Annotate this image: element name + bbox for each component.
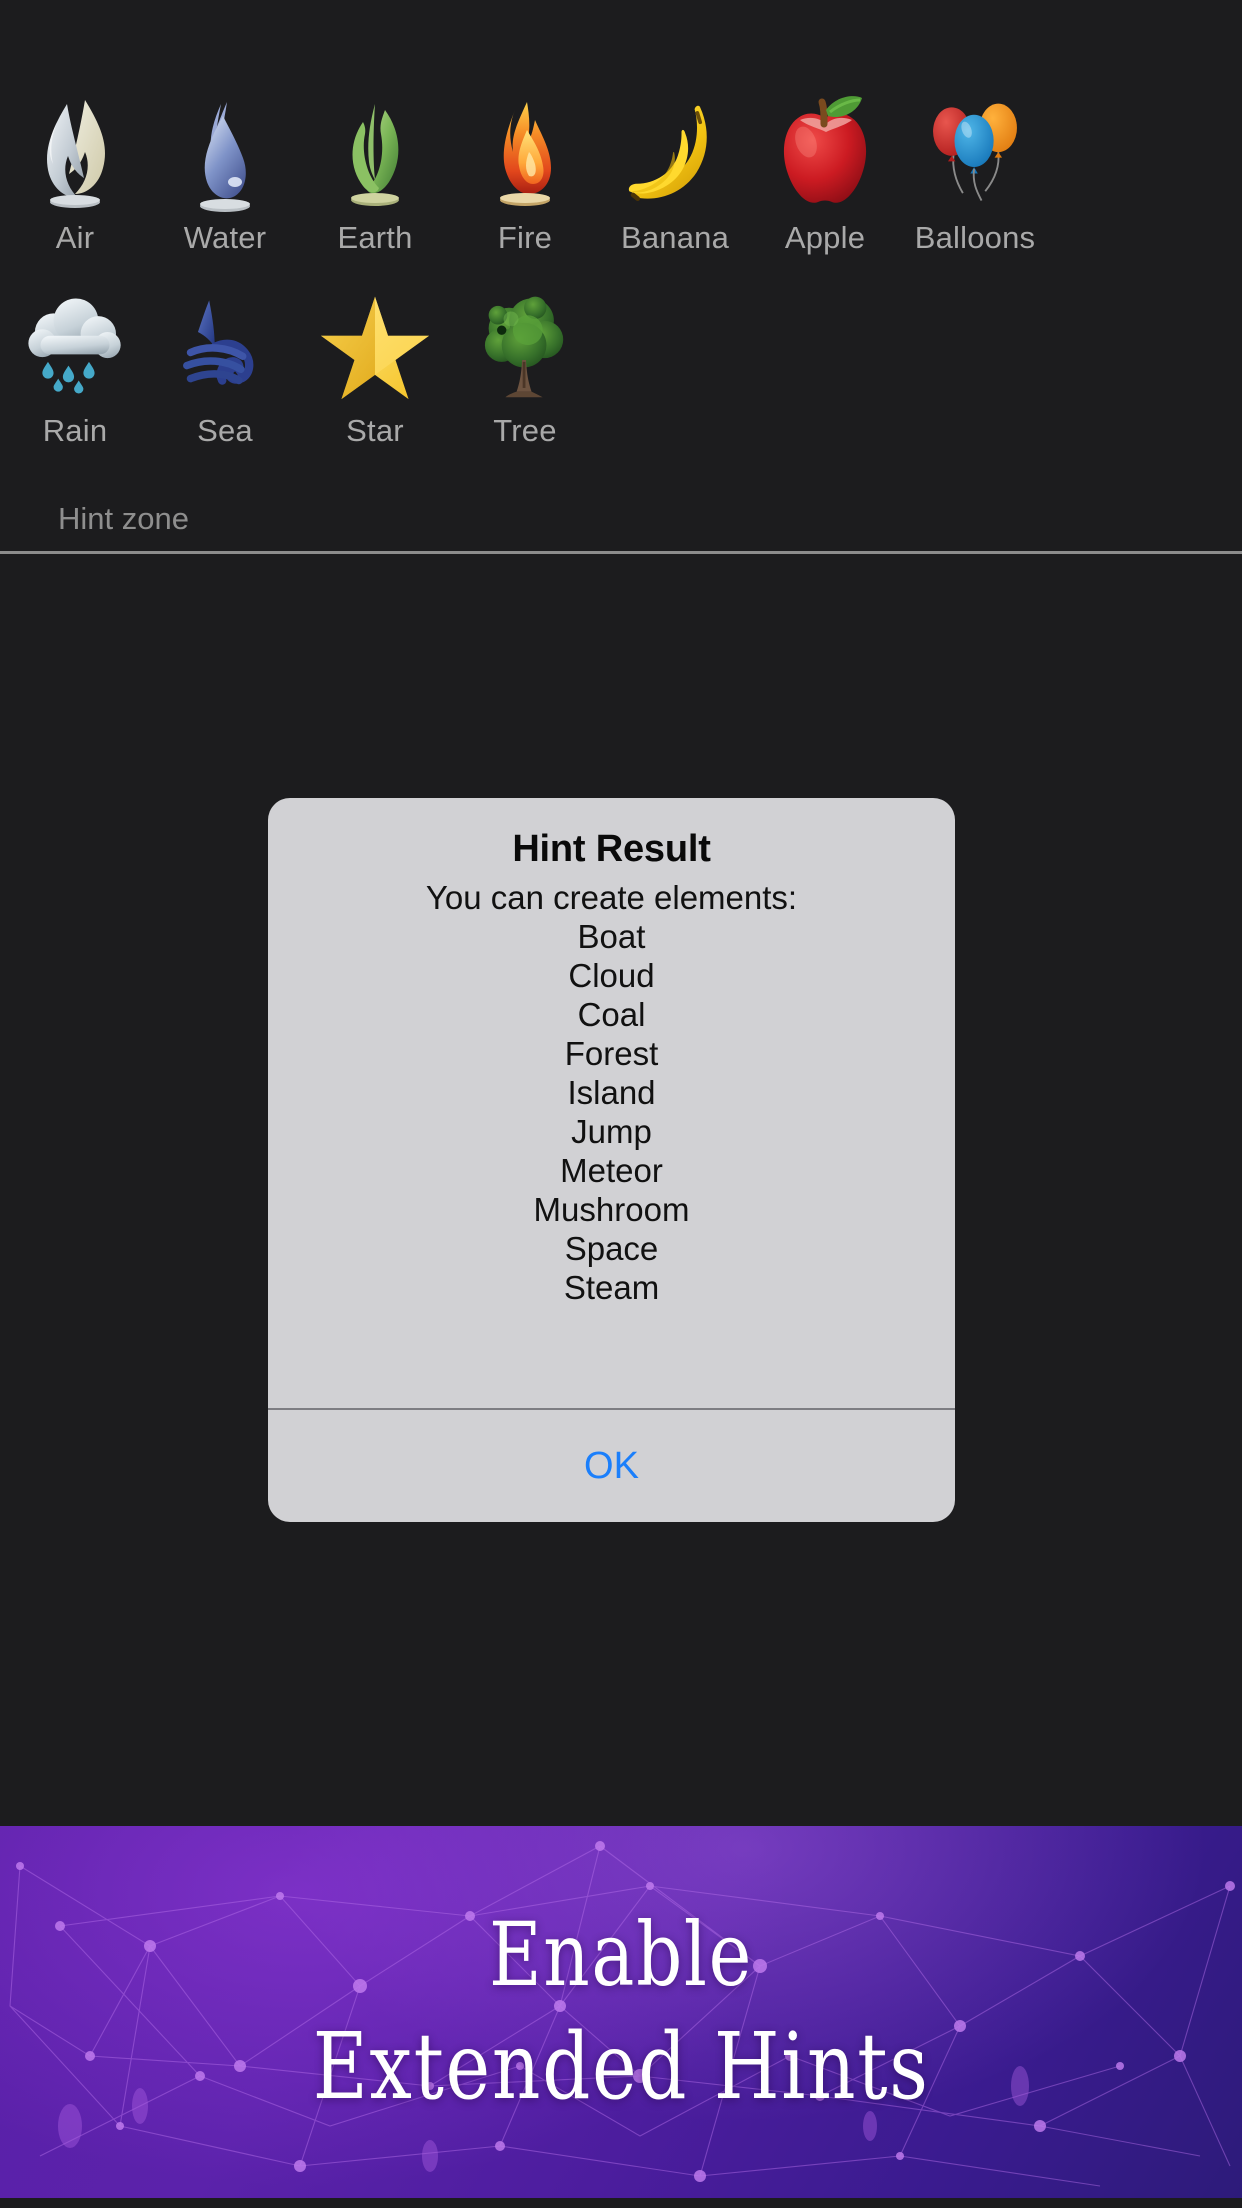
dialog-element-item: Cloud (568, 957, 655, 994)
dialog-element-item: Space (564, 1230, 659, 1267)
air-icon (20, 88, 130, 218)
element-label: Sea (197, 413, 253, 448)
sea-icon (170, 281, 280, 411)
element-tile-water[interactable]: Water (150, 88, 300, 281)
element-tile-apple[interactable]: Apple (750, 88, 900, 281)
dialog-element-item: Boat (577, 918, 646, 955)
element-row: Air Water Earth Fire Banana Apple Balloo… (0, 88, 1242, 281)
element-tile-empty (900, 281, 1050, 474)
earth-icon (320, 88, 430, 218)
element-label: Earth (337, 220, 413, 255)
dialog-title: Hint Result (512, 828, 711, 870)
apple-icon (770, 88, 880, 218)
element-tile-earth[interactable]: Earth (300, 88, 450, 281)
element-tile-empty (750, 281, 900, 474)
element-tray: Air Water Earth Fire Banana Apple Balloo… (0, 88, 1242, 474)
dialog-body: Hint Result You can create elements: Boa… (268, 798, 955, 1408)
element-label: Tree (493, 413, 557, 448)
tree-icon (470, 281, 580, 411)
element-tile-sea[interactable]: Sea (150, 281, 300, 474)
element-tile-banana[interactable]: Banana (600, 88, 750, 281)
element-label: Balloons (914, 220, 1036, 255)
ok-button[interactable]: OK (584, 1444, 639, 1488)
bottom-strip (0, 2198, 1242, 2208)
dialog-element-item: Steam (563, 1269, 660, 1306)
element-tile-balloons[interactable]: Balloons (900, 88, 1050, 281)
water-icon (170, 88, 280, 218)
element-label: Banana (620, 220, 730, 255)
element-label: Air (55, 220, 95, 255)
game-board: Air Water Earth Fire Banana Apple Balloo… (0, 0, 1242, 1826)
star-icon (320, 281, 430, 411)
dialog-element-item: Forest (564, 1035, 659, 1072)
dialog-element-item: Meteor (560, 1152, 663, 1189)
element-label: Water (183, 220, 267, 255)
element-tile-fire[interactable]: Fire (450, 88, 600, 281)
balloons-icon (920, 88, 1030, 218)
dialog-message-intro: You can create elements: (425, 879, 798, 916)
element-tile-tree[interactable]: Tree (450, 281, 600, 474)
element-label: Apple (784, 220, 866, 255)
element-tile-air[interactable]: Air (0, 88, 150, 281)
ad-banner[interactable]: Enable Extended Hints (0, 1826, 1242, 2198)
element-label: Rain (42, 413, 108, 448)
dialog-message: You can create elements: Boat Cloud Coal… (426, 878, 797, 1307)
dialog-actions: OK (268, 1410, 955, 1522)
element-row: Rain Sea Star Tree (0, 281, 1242, 474)
element-tile-rain[interactable]: Rain (0, 281, 150, 474)
dialog-element-item: Island (567, 1074, 656, 1111)
element-tile-empty (600, 281, 750, 474)
dialog-element-item: Jump (571, 1113, 652, 1150)
hint-zone-divider (0, 551, 1242, 554)
fire-icon (470, 88, 580, 218)
ad-headline-line2: Extended Hints (312, 2013, 930, 2120)
dialog-element-item: Mushroom (533, 1191, 690, 1228)
banana-icon (620, 88, 730, 218)
hint-result-dialog: Hint Result You can create elements: Boa… (268, 798, 955, 1522)
ad-headline-line1: Enable (489, 1903, 753, 2006)
ad-text: Enable Extended Hints (0, 1826, 1242, 2198)
element-tile-star[interactable]: Star (300, 281, 450, 474)
element-label: Fire (497, 220, 553, 255)
element-label: Star (346, 413, 404, 448)
rain-icon (20, 281, 130, 411)
dialog-element-item: Coal (577, 996, 646, 1033)
hint-zone-label: Hint zone (58, 501, 189, 536)
